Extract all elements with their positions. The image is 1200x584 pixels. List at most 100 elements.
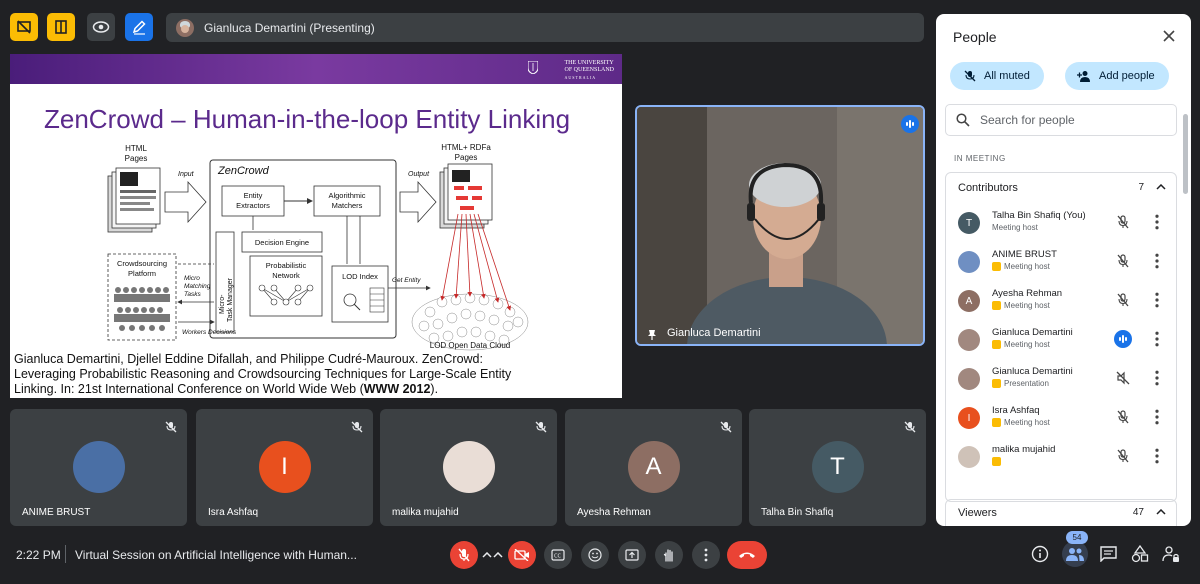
pin-icon[interactable] [647,329,657,341]
close-icon[interactable] [1163,30,1175,42]
html-pages-label: Pages [125,154,148,163]
people-panel-title: People [953,29,997,45]
emoji-icon [588,548,602,562]
microphone-button[interactable] [450,541,478,569]
participant-name: Ayesha Rehman [577,507,651,518]
output-arrow [399,180,437,224]
mic-off-icon [535,421,547,433]
video-options-button[interactable] [490,541,506,569]
participant-name: ANIME BRUST [992,249,1057,260]
people-button[interactable] [1066,546,1084,567]
present-button[interactable] [618,541,646,569]
contributors-header[interactable]: Contributors 7 [946,173,1176,203]
contributors-count: 7 [1138,182,1144,193]
participant-role-label: Meeting host [1004,262,1050,271]
workers-decisions-label: Workers Decisions [182,329,237,336]
pen-icon [132,20,146,35]
participant-role: Meeting host [992,223,1038,232]
raise-hand-button[interactable] [655,541,683,569]
more-vert-icon[interactable] [1151,331,1163,347]
participant-role: Meeting host [992,262,1050,271]
citation-end: ). [430,382,439,396]
camera-off-icon [514,549,529,561]
mic-off-icon [720,421,732,433]
host-badge-icon [992,457,1001,466]
view-button[interactable] [87,13,115,41]
mic-off-icon[interactable] [1116,449,1130,463]
participant-tile[interactable]: I Isra Ashfaq [196,409,373,526]
micro-task-manager-label: Task Manager [227,277,234,322]
host-controls-button[interactable] [1162,545,1180,568]
uq-crest-icon [528,61,538,74]
participant-tile[interactable]: T Talha Bin Shafiq [749,409,926,526]
participant-list-item[interactable]: I Isra Ashfaq Meeting host [946,398,1178,437]
more-vert-icon[interactable] [1151,370,1163,386]
chat-button[interactable] [1100,546,1117,567]
chevron-up-icon [1156,184,1166,190]
probabilistic-network-label: Network [272,271,300,280]
annotate-button[interactable] [125,13,153,41]
participant-avatar: I [258,441,311,493]
pin-presentation-button[interactable] [47,13,75,41]
all-muted-button[interactable]: All muted [950,62,1044,90]
viewers-header[interactable]: Viewers 47 [946,500,1176,526]
html-pages-label: HTML [125,144,147,153]
camera-button[interactable] [508,541,536,569]
participant-list-item[interactable]: malika mujahid [946,437,1178,476]
more-vert-icon[interactable] [1151,409,1163,425]
participant-name: Gianluca Demartini [992,366,1073,377]
participant-role-label: Meeting host [1004,301,1050,310]
activities-button[interactable] [1131,544,1149,568]
people-count-badge: 54 [1066,531,1088,544]
chevron-up-icon [493,552,503,558]
captions-icon: CC [551,549,565,561]
participant-list-item[interactable]: Gianluca Demartini Presentation [946,359,1178,398]
search-icon [956,113,970,127]
participant-tile[interactable]: malika mujahid [380,409,557,526]
participant-role-label: Meeting host [992,223,1038,232]
participant-list-item[interactable]: Gianluca Demartini Meeting host [946,320,1178,359]
contributors-group: Contributors 7 T Talha Bin Shafiq (You) Me… [945,172,1177,502]
zencrowd-diagram: HTML Pages Input ZenCrowd Entity Extract… [107,143,529,351]
participant-avatar: I [958,407,980,429]
participant-list-item[interactable]: T Talha Bin Shafiq (You) Meeting host [946,203,1178,242]
more-vert-icon[interactable] [1151,448,1163,464]
more-options-button[interactable] [692,541,720,569]
participant-avatar [958,368,980,390]
viewers-count: 47 [1132,507,1144,518]
present-icon [625,549,639,561]
captions-button[interactable]: CC [544,541,572,569]
svg-text:CC: CC [554,554,561,560]
mic-off-icon[interactable] [1116,215,1130,229]
active-speaker-video[interactable]: Gianluca Demartini [635,105,925,346]
participant-role: Meeting host [992,301,1050,310]
participant-list-item[interactable]: A Ayesha Rehman Meeting host [946,281,1178,320]
mic-off-icon[interactable] [1116,293,1130,307]
participant-tile[interactable]: ANIME BRUST [10,409,187,526]
mic-off-icon[interactable] [1116,254,1130,268]
more-vert-icon[interactable] [1151,292,1163,308]
leave-call-button[interactable] [727,541,767,569]
more-vert-icon[interactable] [1151,253,1163,269]
add-people-button[interactable]: Add people [1065,62,1169,90]
reactions-button[interactable] [581,541,609,569]
presentation-slide: THE UNIVERSITY OF QUEENSLAND AUSTRALIA Z… [10,54,622,398]
participant-name: Isra Ashfaq [208,507,259,518]
mic-off-icon[interactable] [1116,410,1130,424]
speaker-name: Gianluca Demartini [667,327,761,339]
volume-off-icon[interactable] [1116,371,1130,385]
participant-list-item[interactable]: ANIME BRUST Meeting host [946,242,1178,281]
host-badge-icon [992,262,1001,271]
meeting-details-button[interactable] [1031,545,1049,568]
hide-presentation-button[interactable] [10,13,38,41]
more-vert-icon[interactable] [1151,214,1163,230]
participant-tile[interactable]: A Ayesha Rehman [565,409,742,526]
search-people-field[interactable]: Search for people [945,104,1177,136]
crowdsourcing-platform-label: Crowdsourcing [117,259,167,268]
add-people-label: Add people [1099,70,1155,82]
mic-off-icon [904,421,916,433]
panel-scrollbar[interactable] [1183,114,1188,194]
mic-off-icon [458,548,470,562]
layout-icon [55,20,67,34]
participant-role: Meeting host [992,418,1050,427]
